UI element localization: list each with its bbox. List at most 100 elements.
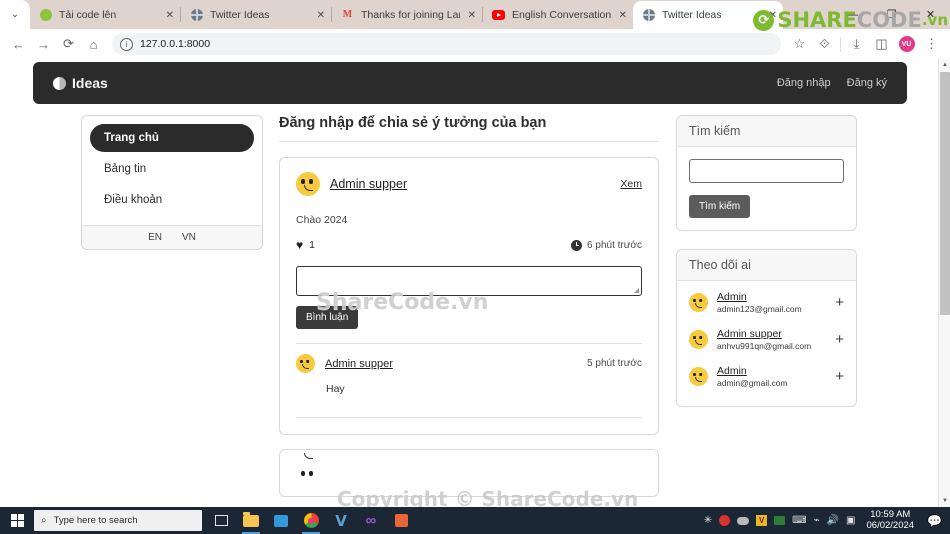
downloads-icon[interactable]: ⤓ [844,32,869,57]
profile-initials: VU [898,36,915,52]
nav-register-link[interactable]: Đăng ký [847,77,887,89]
like-count: 1 [309,239,315,251]
file-explorer-icon[interactable] [238,507,264,534]
globe-icon [642,9,655,22]
extensions-icon[interactable]: ⟐ [812,32,837,57]
follow-add-icon[interactable]: + [829,294,844,311]
scroll-down-icon[interactable]: ▼ [939,495,950,507]
reload-icon[interactable]: ⟳ [56,32,81,57]
site-brand[interactable]: Ideas [53,75,108,91]
follow-user-name[interactable]: Admin supper [717,328,829,340]
post-view-link[interactable]: Xem [620,178,642,190]
left-sidebar: Trang chủ Bảng tin Điều khoản EN VN [81,115,263,250]
volume-icon[interactable]: 🔊 [827,515,839,526]
post-meta-row: ♥ 1 6 phút trước [296,238,642,252]
tab-title: Twitter Ideas [210,9,270,21]
tab-close-button[interactable]: ✕ [166,10,174,21]
site-navbar: Ideas Đăng nhập Đăng ký [33,62,907,104]
right-sidebar: Tìm kiếm Tìm kiếm Theo dõi ai Admin admi… [676,115,857,407]
follow-list: Admin admin123@gmail.com + Admin supper … [677,281,856,406]
search-icon: ⌕ [41,515,47,526]
comment-submit-button[interactable]: Bình luận [296,306,359,329]
notification-center-icon[interactable]: 💬 [927,514,942,528]
logo-vn-text: .vn [921,11,948,29]
wifi-icon[interactable]: ⌁ [814,515,820,526]
vscode-icon[interactable]: V [328,507,354,534]
tray-vidmate-icon[interactable]: V [756,515,768,526]
forward-icon[interactable]: → [31,32,56,57]
visual-studio-icon[interactable]: ∞ [358,507,384,534]
browser-tab-3[interactable]: English Conversations for D ✕ [483,1,633,29]
avatar [689,367,708,386]
comment-divider [296,343,642,344]
tray-cloud-icon[interactable] [737,516,750,525]
avatar [689,330,708,349]
tab-close-button[interactable]: ✕ [619,10,627,21]
profile-avatar[interactable]: VU [894,32,919,57]
youtube-icon [492,9,505,22]
site-info-icon[interactable]: i [120,37,133,51]
left-nav-card: Trang chủ Bảng tin Điều khoản EN VN [81,115,263,250]
windows-logo-icon [10,514,24,527]
comment-input[interactable] [296,266,642,296]
microsoft-store-icon[interactable] [268,507,294,534]
nav-login-link[interactable]: Đăng nhập [777,77,831,89]
task-view-icon[interactable] [208,507,234,534]
toolbar-right-actions: ☆ ⟐ ⤓ ◫ VU ⋮ [787,32,944,57]
follow-add-icon[interactable]: + [829,331,844,348]
comment-body-text: Hay [326,383,345,395]
post-author-name[interactable]: Admin supper [330,177,407,191]
address-bar[interactable]: i 127.0.0.1:8000 [112,33,781,55]
tab-close-button[interactable]: ✕ [468,10,476,21]
sidebar-item-trang-chu[interactable]: Trang chủ [90,124,254,152]
search-submit-button[interactable]: Tìm kiếm [689,195,751,218]
tab-search-button[interactable]: ⌄ [0,0,30,29]
chrome-menu-icon[interactable]: ⋮ [919,32,944,57]
tray-expand-icon[interactable]: ✳ [704,515,712,526]
comment-item: Admin supper 5 phút trước [296,354,642,373]
follow-user-name[interactable]: Admin [717,291,829,303]
taskbar-clock[interactable]: 10:59 AM 06/02/2024 [867,509,915,532]
lang-vn-button[interactable]: VN [182,232,196,243]
follow-user-info: Admin admin123@gmail.com [717,291,829,314]
browser-tab-2[interactable]: M Thanks for joining Laravel - ✕ [332,1,482,29]
clock-icon [571,239,583,251]
follow-user-email: admin@gmail.com [717,378,788,388]
scrollbar-thumb[interactable] [940,72,950,315]
battery-icon[interactable]: ▣ [846,515,855,526]
scroll-up-icon[interactable]: ▲ [939,59,950,71]
tab-title: Tải code lên [59,9,117,21]
taskbar-search-input[interactable]: ⌕ Type here to search [34,510,202,531]
lang-en-button[interactable]: EN [148,232,162,243]
tab-close-button[interactable]: ✕ [317,10,325,21]
page-scrollbar[interactable]: ▲ ▼ [938,59,950,507]
comment-author-block[interactable]: Admin supper [296,354,393,373]
follow-add-icon[interactable]: + [829,368,844,385]
like-control[interactable]: ♥ 1 [296,238,315,252]
sidebar-item-bang-tin[interactable]: Bảng tin [90,155,254,183]
chrome-icon[interactable] [298,507,324,534]
browser-tab-0[interactable]: Tải code lên ✕ [30,1,180,29]
xampp-icon[interactable] [388,507,414,534]
search-input[interactable] [689,159,844,183]
tray-keyboard-icon[interactable]: ⌨ [792,515,806,526]
back-icon[interactable]: ← [6,32,31,57]
comment-time-label: 5 phút trước [587,358,642,369]
bookmark-star-icon[interactable]: ☆ [787,32,812,57]
comment-author-name[interactable]: Admin supper [325,358,393,370]
toolbar-divider [840,36,841,52]
tray-app-red-icon[interactable] [719,515,731,526]
post-author-block[interactable]: Admin supper [296,172,407,196]
browser-tab-1[interactable]: Twitter Ideas ✕ [181,1,331,29]
gmail-icon: M [342,9,353,20]
follow-user-name[interactable]: Admin [717,365,829,377]
post-timestamp: 6 phút trước [571,239,642,251]
side-panel-icon[interactable]: ◫ [869,32,894,57]
tray-green-icon[interactable] [774,516,786,525]
ideas-logo-icon [53,76,66,90]
site-nav-links: Đăng nhập Đăng ký [777,77,887,89]
follow-user-info: Admin admin@gmail.com [717,365,829,388]
start-button[interactable] [0,507,34,534]
sidebar-item-dieu-khoan[interactable]: Điều khoản [90,186,254,214]
home-icon[interactable]: ⌂ [81,32,106,57]
